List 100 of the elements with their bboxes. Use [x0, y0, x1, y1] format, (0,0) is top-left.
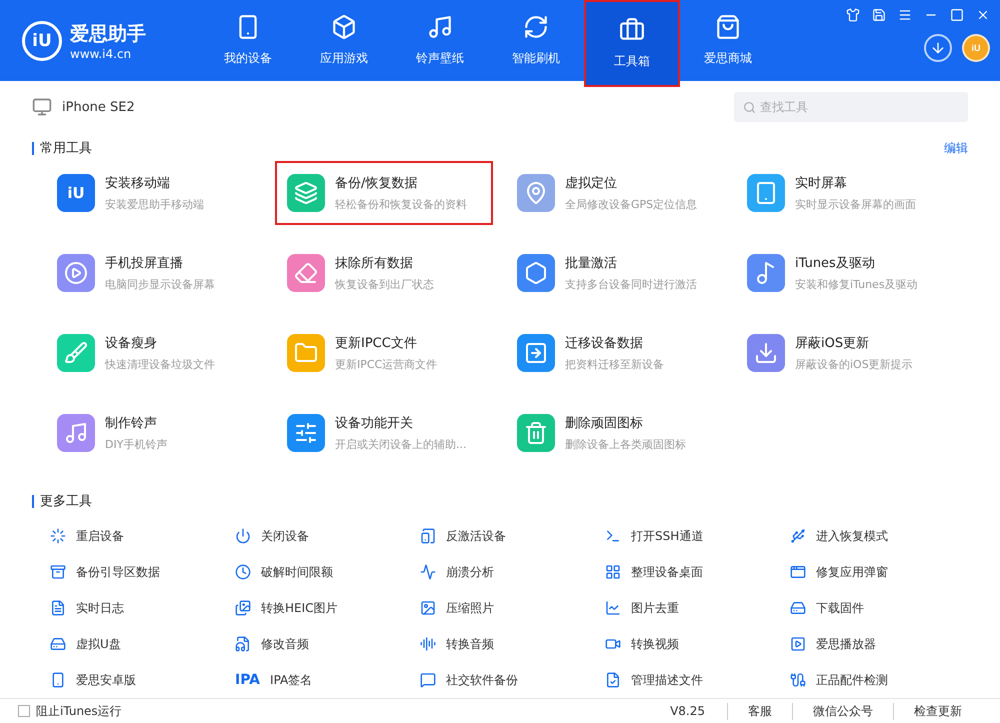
tool-card[interactable]: 屏蔽iOS更新 屏蔽设备的iOS更新提示 [735, 321, 953, 386]
tool-icon [57, 414, 95, 452]
tool-description: 安装和修复iTunes及驱动 [795, 277, 918, 292]
tool-link[interactable]: 社交软件备份 [446, 672, 518, 689]
footer-link[interactable]: 检查更新 [893, 702, 982, 720]
tool-title: 设备功能开关 [335, 415, 414, 432]
app-name: 爱思助手 [70, 22, 146, 46]
tool-description: 更新IPCC运营商文件 [335, 357, 438, 372]
nav-tab[interactable]: 爱思商城 [680, 0, 776, 81]
nav-tab[interactable]: 铃声壁纸 [392, 0, 488, 81]
menu-icon[interactable] [898, 8, 912, 22]
tool-description: 把资料迁移至新设备 [565, 357, 664, 372]
tool-card[interactable]: 设备瘦身 快速清理设备垃圾文件 [45, 321, 263, 386]
tool-link[interactable]: 转换视频 [631, 636, 679, 653]
bag-icon [715, 14, 741, 40]
section-title: 更多工具 [32, 495, 92, 508]
tool-card[interactable]: iU 安装移动端 安装爱思助手移动端 [45, 161, 263, 226]
tool-link[interactable]: 正品配件检测 [816, 672, 888, 689]
tool-link[interactable]: 打开SSH通道 [631, 528, 704, 545]
tool-icon [517, 254, 555, 292]
nav-tab[interactable]: 应用游戏 [296, 0, 392, 81]
tool-link[interactable]: IPA签名 [270, 672, 312, 689]
nav-tab[interactable]: 工具箱 [584, 0, 680, 87]
tool-link[interactable]: 转换HEIC图片 [261, 600, 338, 617]
tool-link[interactable]: 关闭设备 [261, 528, 309, 545]
tool-card[interactable]: 删除顽固图标 删除设备上各类顽固图标 [505, 401, 723, 466]
tool-title: 安装移动端 [105, 175, 171, 192]
tool-link[interactable]: 爱思播放器 [816, 636, 876, 653]
tool-card[interactable]: 更新IPCC文件 更新IPCC运营商文件 [275, 321, 493, 386]
edit-link[interactable]: 编辑 [944, 140, 968, 156]
tool-icon [50, 528, 66, 544]
tool-card[interactable]: 设备功能开关 开启或关闭设备上的辅助... [275, 401, 493, 466]
tool-card[interactable]: 制作铃声 DIY手机铃声 [45, 401, 263, 466]
tool-title: 备份/恢复数据 [335, 175, 418, 192]
tool-icon [50, 672, 66, 688]
checkbox[interactable] [18, 705, 30, 718]
tool-link[interactable]: 进入恢复模式 [816, 528, 888, 545]
tool-link[interactable]: 崩溃分析 [446, 564, 494, 581]
tool-link[interactable]: 转换音频 [446, 636, 494, 653]
tool-link[interactable]: 破解时间限额 [261, 564, 333, 581]
tool-link[interactable]: 图片去重 [631, 600, 679, 617]
tool-icon [287, 254, 325, 292]
tool-icon [790, 636, 806, 652]
nav-tab[interactable]: 我的设备 [200, 0, 296, 81]
version-label: V8.25 [670, 704, 706, 718]
tool-link[interactable]: 反激活设备 [446, 528, 506, 545]
download-icon [930, 40, 946, 56]
tool-icon [50, 564, 66, 580]
tool-icon [517, 174, 555, 212]
tool-description: 删除设备上各类顽固图标 [565, 437, 686, 452]
tool-card[interactable]: 抹除所有数据 恢复设备到出厂状态 [275, 241, 493, 306]
footer-link[interactable]: 微信公众号 [792, 702, 893, 720]
tool-icon [420, 528, 436, 544]
tool-icon [790, 528, 806, 544]
tool-card[interactable]: 虚拟定位 全局修改设备GPS定位信息 [505, 161, 723, 226]
tool-icon [50, 600, 66, 616]
tool-description: 电脑同步显示设备屏幕 [105, 277, 215, 292]
tool-link[interactable]: 爱思安卓版 [76, 672, 136, 689]
tool-link[interactable]: 下载固件 [816, 600, 864, 617]
tool-title: 抹除所有数据 [335, 255, 414, 272]
close-icon[interactable] [976, 8, 990, 22]
refresh-icon [523, 14, 549, 40]
tool-icon [235, 564, 251, 580]
tool-title: 屏蔽iOS更新 [795, 335, 870, 352]
search-field[interactable]: 查找工具 [734, 92, 968, 122]
tool-icon [790, 600, 806, 616]
nav-tab[interactable]: 智能刷机 [488, 0, 584, 81]
computer-icon [32, 97, 52, 118]
tool-icon [605, 564, 621, 580]
tool-icon [517, 414, 555, 452]
tool-link[interactable]: 修复应用弹窗 [816, 564, 888, 581]
tool-card[interactable]: iTunes及驱动 安装和修复iTunes及驱动 [735, 241, 953, 306]
footer-link[interactable]: 客服 [727, 702, 792, 720]
tool-card[interactable]: 备份/恢复数据 轻松备份和恢复设备的资料 [275, 161, 493, 226]
tool-link[interactable]: 压缩照片 [446, 600, 494, 617]
download-button[interactable] [924, 34, 952, 62]
tool-link[interactable]: 实时日志 [76, 600, 124, 617]
tool-card[interactable]: 批量激活 支持多台设备同时进行激活 [505, 241, 723, 306]
toolbox-icon [619, 17, 645, 43]
tool-link[interactable]: 管理描述文件 [631, 672, 703, 689]
maximize-icon[interactable] [950, 8, 964, 22]
tool-card[interactable]: 手机投屏直播 电脑同步显示设备屏幕 [45, 241, 263, 306]
tool-card[interactable]: 迁移设备数据 把资料迁移至新设备 [505, 321, 723, 386]
tool-icon [235, 528, 251, 544]
tool-description: 全局修改设备GPS定位信息 [565, 197, 698, 212]
tool-link[interactable]: 虚拟U盘 [76, 636, 121, 653]
tool-icon [235, 600, 251, 616]
tool-icon [790, 672, 806, 688]
tool-card[interactable]: 实时屏幕 实时显示设备屏幕的画面 [735, 161, 953, 226]
tool-icon [235, 636, 251, 652]
tool-link[interactable]: 备份引导区数据 [76, 564, 160, 581]
tool-icon [605, 672, 621, 688]
tool-icon [420, 636, 436, 652]
checkbox-label: 阻止iTunes运行 [36, 702, 122, 720]
tool-icon [420, 600, 436, 616]
tool-link[interactable]: 重启设备 [76, 528, 124, 545]
skin-icon[interactable] [846, 8, 860, 22]
tool-link[interactable]: 修改音频 [261, 636, 309, 653]
tool-link[interactable]: 整理设备桌面 [631, 564, 703, 581]
tool-title: 设备瘦身 [105, 335, 158, 352]
